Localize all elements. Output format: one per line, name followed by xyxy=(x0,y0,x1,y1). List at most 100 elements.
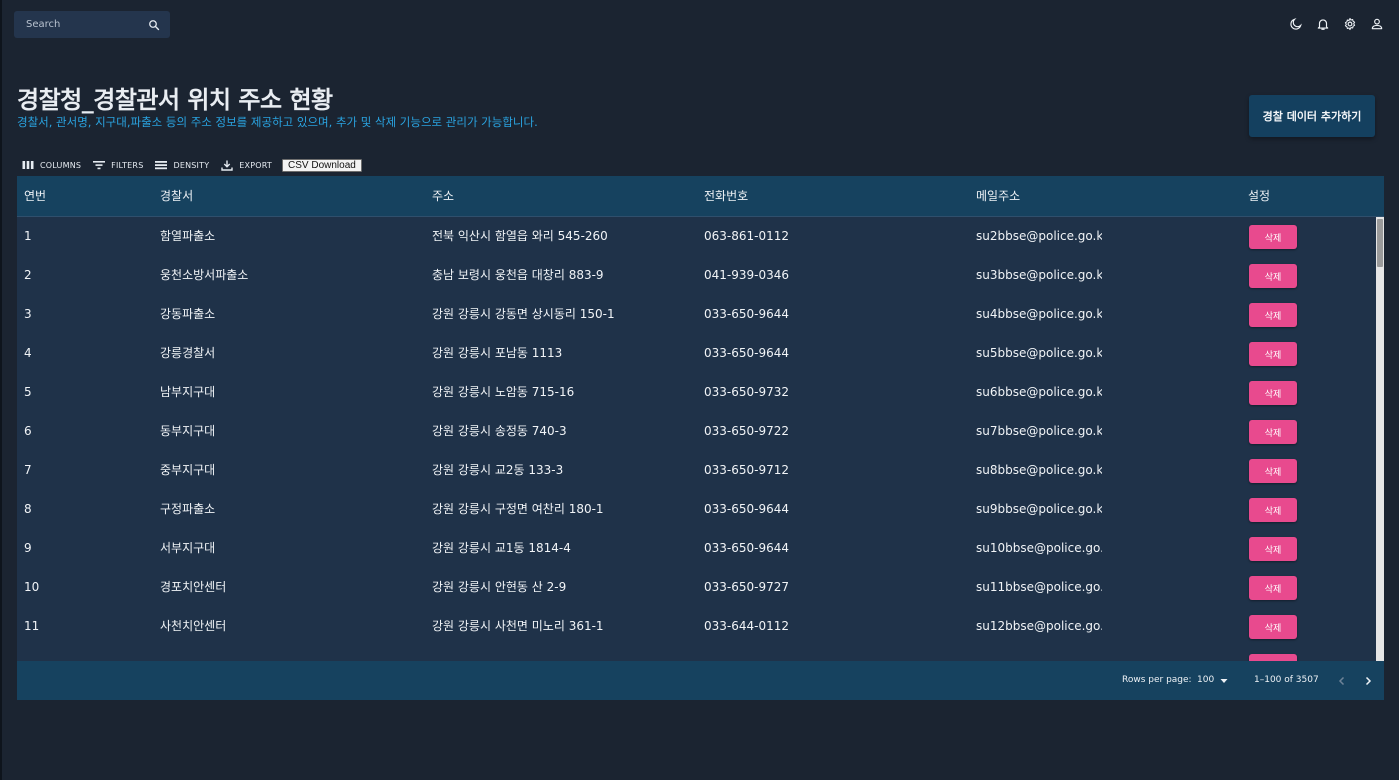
columns-button[interactable]: COLUMNS xyxy=(22,160,81,170)
cell-address: 강원 강릉시 사천면 미노리 361-1 xyxy=(432,619,604,633)
rows-per-page-select[interactable]: 100 xyxy=(1197,661,1228,700)
grid-header: 연번 경찰서 주소 전화번호 메일주소 설정 xyxy=(17,176,1384,217)
cell-address: 전북 익산시 함열읍 와리 545-260 xyxy=(432,229,608,243)
notification-bell-icon[interactable] xyxy=(1315,16,1331,32)
cell-serial: 8 xyxy=(24,502,32,516)
cell-serial: 11 xyxy=(24,619,40,633)
table-row[interactable]: 5 남부지구대 강원 강릉시 노암동 715-16 033-650-9732 s… xyxy=(17,373,1376,412)
column-header-settings[interactable]: 설정 xyxy=(1248,176,1270,217)
table-row[interactable]: 9 서부지구대 강원 강릉시 교1동 1814-4 033-650-9644 s… xyxy=(17,529,1376,568)
columns-label: COLUMNS xyxy=(40,160,82,170)
delete-button[interactable]: 삭제 xyxy=(1249,537,1297,561)
cell-station: 사천치안센터 xyxy=(160,619,227,633)
cell-phone: 033-650-9732 xyxy=(704,385,790,399)
delete-button[interactable] xyxy=(1249,654,1297,661)
page-title: 경찰청_경찰관서 위치 주소 현황 xyxy=(17,86,333,114)
delete-button[interactable]: 삭제 xyxy=(1249,615,1297,639)
cell-serial: 1 xyxy=(24,229,32,243)
cell-address: 강원 강릉시 노암동 715-16 xyxy=(432,385,575,399)
column-header-email[interactable]: 메일주소 xyxy=(976,176,1020,217)
table-row[interactable]: 10 경포치안센터 강원 강릉시 안현동 산 2-9 033-650-9727 … xyxy=(17,568,1376,607)
delete-button[interactable]: 삭제 xyxy=(1249,342,1297,366)
delete-button[interactable]: 삭제 xyxy=(1249,576,1297,600)
rows-per-page-value: 100 xyxy=(1197,675,1215,685)
cell-address: 충남 보령시 웅천읍 대창리 883-9 xyxy=(432,268,604,282)
next-page-button[interactable] xyxy=(1363,661,1373,700)
cell-phone: 033-650-9644 xyxy=(704,541,790,555)
table-row[interactable]: 7 중부지구대 강원 강릉시 교2동 133-3 033-650-9712 su… xyxy=(17,451,1376,490)
cell-email: su3bbse@police.go.kr xyxy=(976,268,1102,282)
grid-footer: Rows per page: 100 1–100 of 3507 xyxy=(17,661,1384,700)
cell-email: su12bbse@police.go.k xyxy=(976,619,1102,633)
cell-station: 경포치안센터 xyxy=(160,580,227,594)
cell-address: 강원 강릉시 강동면 상시동리 150-1 xyxy=(432,307,615,321)
page-subtitle: 경찰서, 관서명, 지구대,파출소 등의 주소 정보를 제공하고 있으며, 추가… xyxy=(17,115,538,129)
table-row[interactable]: 4 강릉경찰서 강원 강릉시 포남동 1113 033-650-9644 su5… xyxy=(17,334,1376,373)
cell-phone: 033-650-9727 xyxy=(704,580,790,594)
cell-email: su11bbse@police.go.k xyxy=(976,580,1102,594)
search-box[interactable] xyxy=(14,11,170,38)
cell-email: su5bbse@police.go.kr xyxy=(976,346,1102,360)
cell-station: 함열파출소 xyxy=(160,229,216,243)
cell-phone: 033-650-9644 xyxy=(704,502,790,516)
cell-address: 강원 강릉시 교2동 133-3 xyxy=(432,463,564,477)
cell-email: su6bbse@police.go.kr xyxy=(976,385,1102,399)
add-police-data-button[interactable]: 경찰 데이터 추가하기 xyxy=(1249,95,1375,137)
column-header-station[interactable]: 경찰서 xyxy=(160,176,193,217)
table-row[interactable]: 2 웅천소방서파출소 충남 보령시 웅천읍 대창리 883-9 041-939-… xyxy=(17,256,1376,295)
search-icon[interactable] xyxy=(146,17,162,33)
delete-button[interactable]: 삭제 xyxy=(1249,264,1297,288)
cell-serial: 9 xyxy=(24,541,32,555)
settings-gear-icon[interactable] xyxy=(1342,16,1358,32)
scrollbar-thumb[interactable] xyxy=(1377,219,1383,267)
density-icon xyxy=(155,161,168,170)
columns-icon xyxy=(22,161,34,169)
download-icon xyxy=(221,160,233,171)
cell-serial: 6 xyxy=(24,424,32,438)
cell-station: 남부지구대 xyxy=(160,385,216,399)
export-button[interactable]: EXPORT xyxy=(221,160,272,171)
cell-station: 강동파출소 xyxy=(160,307,216,321)
density-button[interactable]: DENSITY xyxy=(155,160,209,170)
table-row[interactable]: 3 강동파출소 강원 강릉시 강동면 상시동리 150-1 033-650-96… xyxy=(17,295,1376,334)
rows-per-page-label: Rows per page: xyxy=(1122,675,1192,685)
cell-address: 강원 강릉시 송정동 740-3 xyxy=(432,424,567,438)
column-header-address[interactable]: 주소 xyxy=(432,176,454,217)
cell-phone: 033-650-9712 xyxy=(704,463,790,477)
dark-mode-moon-icon[interactable] xyxy=(1288,16,1304,32)
top-bar xyxy=(14,11,1385,38)
table-row[interactable]: 1 함열파출소 전북 익산시 함열읍 와리 545-260 063-861-01… xyxy=(17,217,1376,256)
cell-email: su9bbse@police.go.kr xyxy=(976,502,1102,516)
cell-serial: 4 xyxy=(24,346,32,360)
cell-station: 구정파출소 xyxy=(160,502,216,516)
table-row[interactable]: 6 동부지구대 강원 강릉시 송정동 740-3 033-650-9722 su… xyxy=(17,412,1376,451)
cell-address: 강원 강릉시 안현동 산 2-9 xyxy=(432,580,567,594)
pagination-range: 1–100 of 3507 xyxy=(1254,675,1319,685)
cell-serial: 3 xyxy=(24,307,32,321)
search-input[interactable] xyxy=(26,19,136,30)
dropdown-arrow-icon xyxy=(1220,678,1228,683)
user-profile-icon[interactable] xyxy=(1369,16,1385,32)
top-icons xyxy=(1288,16,1385,32)
table-row[interactable]: 11 사천치안센터 강원 강릉시 사천면 미노리 361-1 033-644-0… xyxy=(17,607,1376,646)
cell-phone: 033-644-0112 xyxy=(704,619,790,633)
cell-email: su2bbse@police.go.kr xyxy=(976,229,1102,243)
chevron-left-icon xyxy=(1338,676,1345,685)
vertical-scrollbar[interactable] xyxy=(1376,217,1384,661)
delete-button[interactable]: 삭제 xyxy=(1249,459,1297,483)
table-row[interactable]: 8 구정파출소 강원 강릉시 구정면 여찬리 180-1 033-650-964… xyxy=(17,490,1376,529)
delete-button[interactable]: 삭제 xyxy=(1249,381,1297,405)
table-row-partial[interactable] xyxy=(17,646,1376,661)
column-header-phone[interactable]: 전화번호 xyxy=(704,176,748,217)
csv-download-button[interactable]: CSV Download xyxy=(282,158,362,172)
delete-button[interactable]: 삭제 xyxy=(1249,225,1297,249)
cell-phone: 063-861-0112 xyxy=(704,229,790,243)
delete-button[interactable]: 삭제 xyxy=(1249,498,1297,522)
column-header-serial[interactable]: 연번 xyxy=(24,176,46,217)
delete-button[interactable]: 삭제 xyxy=(1249,420,1297,444)
cell-email: su4bbse@police.go.kr xyxy=(976,307,1102,321)
previous-page-button[interactable] xyxy=(1337,661,1347,700)
grid-toolbar: COLUMNS FILTERS DENSITY EXPORT CSV Downl… xyxy=(22,157,362,173)
delete-button[interactable]: 삭제 xyxy=(1249,303,1297,327)
filters-button[interactable]: FILTERS xyxy=(93,160,143,170)
